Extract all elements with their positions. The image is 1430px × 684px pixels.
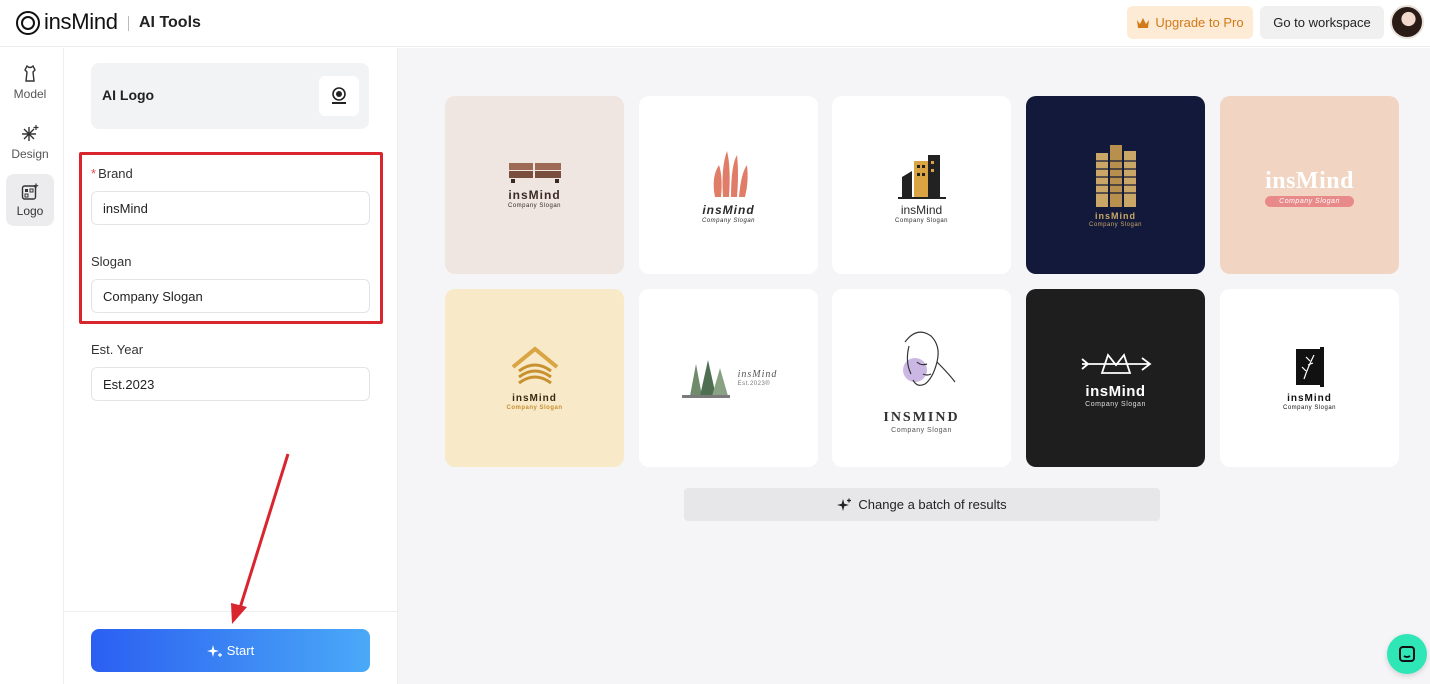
tile-slogan-text: Company Slogan xyxy=(507,202,562,209)
logo-result-tile[interactable]: INSMIND Company Slogan xyxy=(832,289,1011,467)
sparkle-icon xyxy=(206,644,222,657)
tile-slogan-text: Company Slogan xyxy=(1088,221,1143,228)
slogan-input[interactable] xyxy=(91,279,370,313)
logo-result-tile[interactable]: insMind Company Slogan xyxy=(639,96,818,274)
rail-item-design[interactable]: Design xyxy=(6,116,54,168)
ai-tools-title[interactable]: AI Tools xyxy=(139,14,201,32)
tile-slogan-text: Company Slogan xyxy=(1085,400,1146,408)
start-label: Start xyxy=(226,643,255,658)
wood-house-logo-icon xyxy=(511,346,558,385)
slogan-label: Slogan xyxy=(91,254,132,269)
logo-result-tile[interactable]: insMind Company Slogan xyxy=(1026,289,1205,467)
tile-brand-text: insMind xyxy=(1095,210,1136,221)
rail-label-design: Design xyxy=(11,146,49,161)
chat-support-button[interactable] xyxy=(1387,634,1427,674)
tile-brand-text: INSMIND xyxy=(883,410,960,425)
chat-icon xyxy=(1399,646,1415,662)
sparkle-icon xyxy=(22,124,39,141)
tile-brand-text: insMind xyxy=(900,202,943,217)
tile-slogan-text: Company Slogan xyxy=(701,217,756,224)
building-logo-icon xyxy=(897,154,946,199)
logo-preview-icon xyxy=(332,87,346,104)
ai-logo-tool-card[interactable]: AI Logo xyxy=(91,63,369,129)
logo-result-tile[interactable]: insMind Est.2023® xyxy=(639,289,818,467)
forest-logo-icon xyxy=(681,360,730,398)
tile-slogan-text: Company Slogan xyxy=(894,217,949,224)
tile-slogan-text: Est.2023® xyxy=(737,381,771,387)
top-bar: insMind AI Tools Upgrade to Pro Go to wo… xyxy=(0,0,1430,47)
go-to-workspace-button[interactable]: Go to workspace xyxy=(1260,6,1384,39)
tile-brand-text: insMind xyxy=(512,393,557,404)
brand-name[interactable]: insMind xyxy=(44,9,118,35)
tile-brand-text: insMind xyxy=(737,369,778,380)
panel-footer-divider xyxy=(64,611,398,612)
tile-brand-text: insMind xyxy=(702,202,755,217)
logo-result-tile[interactable]: insMind Company Slogan xyxy=(832,96,1011,274)
avatar[interactable] xyxy=(1390,5,1424,39)
flame-logo-icon xyxy=(713,150,748,197)
brand-label: * Brand xyxy=(91,166,133,181)
crown-icon xyxy=(1137,17,1150,28)
logo-result-tile[interactable]: insMind Company Slogan xyxy=(445,289,624,467)
tile-text-group: insMind Est.2023® xyxy=(738,369,778,387)
tile-slogan-text: Company Slogan xyxy=(1282,405,1337,411)
tile-slogan-text: Company Slogan xyxy=(891,427,952,434)
tile-brand-text: insMind xyxy=(1265,167,1354,194)
logo-grid-icon xyxy=(21,183,39,200)
tool-card-thumbnail xyxy=(319,76,359,116)
tile-slogan-text: Company Slogan xyxy=(506,405,563,411)
tool-rail: Model Design Logo xyxy=(0,48,64,684)
logo-form-panel: AI Logo *Brand Slogan Est. Year Start xyxy=(64,48,398,684)
required-marker: * xyxy=(91,166,97,181)
tile-brand-text: insMind xyxy=(1287,393,1332,404)
upgrade-label: Upgrade to Pro xyxy=(1155,15,1244,30)
tile-slogan-text: Company Slogan xyxy=(1265,195,1354,207)
crown-arrow-logo-icon xyxy=(1080,352,1151,374)
logo-result-tile[interactable]: insMind Company Slogan xyxy=(1220,289,1399,467)
logo-result-tile[interactable]: insMind Company Slogan xyxy=(445,96,624,274)
est-year-input[interactable] xyxy=(91,367,370,401)
woman-line-art-icon xyxy=(902,331,955,386)
start-button[interactable]: Start xyxy=(91,629,370,672)
change-batch-button[interactable]: Change a batch of results xyxy=(684,488,1160,521)
mannequin-icon xyxy=(24,64,36,82)
rail-label-logo: Logo xyxy=(16,203,44,218)
logo-result-tile[interactable]: insMind Company Slogan xyxy=(1220,96,1399,274)
skyscraper-logo-icon xyxy=(1095,144,1136,207)
tile-brand-text: insMind xyxy=(1085,382,1146,400)
results-area: insMind Company Slogan insMind Company S… xyxy=(398,48,1430,684)
sofa-logo-icon xyxy=(508,162,561,183)
est-year-label: Est. Year xyxy=(91,342,144,357)
tool-card-title: AI Logo xyxy=(102,87,155,103)
sparkle-icon xyxy=(837,498,852,511)
upgrade-to-pro-button[interactable]: Upgrade to Pro xyxy=(1127,6,1253,39)
rail-label-model: Model xyxy=(13,86,47,101)
insmind-logo-icon[interactable] xyxy=(16,11,40,35)
brand-input[interactable] xyxy=(91,191,370,225)
rail-item-model[interactable]: Model xyxy=(6,56,54,108)
book-leaf-logo-icon xyxy=(1295,347,1324,387)
tile-brand-text: insMind xyxy=(508,187,561,202)
logo-result-tile[interactable]: insMind Company Slogan xyxy=(1026,96,1205,274)
rail-item-logo[interactable]: Logo xyxy=(6,174,54,226)
brand-divider xyxy=(128,16,129,31)
change-batch-label: Change a batch of results xyxy=(858,497,1007,512)
